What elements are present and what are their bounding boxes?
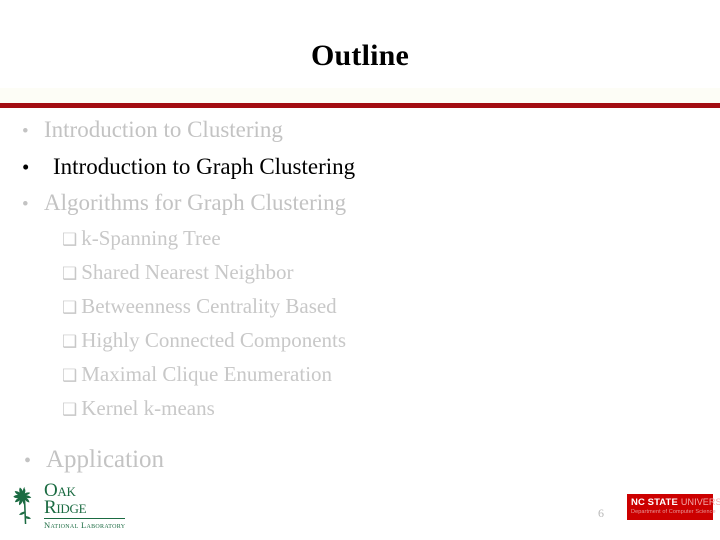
outline-subitem-label: k-Spanning Tree xyxy=(81,226,221,250)
page-title: Outline xyxy=(310,39,410,72)
outline-body: • Introduction to Clustering • Introduct… xyxy=(0,112,720,473)
ornl-line-oak: Oak xyxy=(44,479,76,501)
outline-item-label: Introduction to Graph Clustering xyxy=(53,154,356,179)
outline-item-introduction-to-graph-clustering[interactable]: • Introduction to Graph Clustering xyxy=(0,149,720,185)
bullet-icon: • xyxy=(22,155,30,179)
checkbox-square-icon: ❑ xyxy=(62,230,78,249)
list-spacer xyxy=(0,426,720,440)
page-number: 6 xyxy=(598,506,604,520)
outline-item-algorithms-for-graph-clustering[interactable]: • Algorithms for Graph Clustering xyxy=(0,185,720,222)
outline-subitem-k-spanning-tree[interactable]: ❑ k-Spanning Tree xyxy=(0,222,720,256)
oak-ridge-national-laboratory-logo: Oak Ridge National Laboratory xyxy=(8,480,128,532)
ncsu-name-light: UNIVERSITY xyxy=(680,497,720,507)
nc-state-university-logo: NC STATE UNIVERSITY Department of Comput… xyxy=(627,494,720,520)
slide: Outline • Introduction to Clustering • I… xyxy=(0,0,720,540)
title-area: Outline xyxy=(0,0,720,112)
ncsu-name-bold: NC STATE xyxy=(631,497,678,508)
outline-item-introduction-to-clustering[interactable]: • Introduction to Clustering xyxy=(0,112,720,149)
checkbox-square-icon: ❑ xyxy=(62,400,78,419)
bullet-icon: • xyxy=(22,121,29,142)
oak-ridge-wordmark: Oak Ridge National Laboratory xyxy=(44,479,126,531)
outline-subitem-shared-nearest-neighbor[interactable]: ❑ Shared Nearest Neighbor xyxy=(0,256,720,290)
outline-subitem-highly-connected-components[interactable]: ❑ Highly Connected Components xyxy=(0,324,720,358)
ncsu-department-label: Department of Computer Science xyxy=(631,509,716,515)
outline-subitem-label: Kernel k-means xyxy=(81,396,215,420)
ornl-line-national-laboratory: National Laboratory xyxy=(44,519,126,530)
checkbox-square-icon: ❑ xyxy=(62,332,78,351)
outline-subitem-label: Betweenness Centrality Based xyxy=(81,294,337,318)
checkbox-square-icon: ❑ xyxy=(62,366,78,385)
outline-subitem-label: Highly Connected Components xyxy=(81,328,347,352)
outline-item-label: Algorithms for Graph Clustering xyxy=(44,190,347,215)
oak-leaf-icon xyxy=(13,486,32,524)
outline-subitem-maximal-clique-enumeration[interactable]: ❑ Maximal Clique Enumeration xyxy=(0,358,720,392)
ornl-line-ridge: Ridge xyxy=(44,498,126,519)
slide-footer: Oak Ridge National Laboratory 6 NC STATE… xyxy=(0,462,720,540)
bullet-icon: • xyxy=(22,194,29,215)
outline-subitem-label: Shared Nearest Neighbor xyxy=(81,260,294,284)
outline-list: • Introduction to Clustering • Introduct… xyxy=(0,112,720,481)
outline-subitem-betweenness-centrality-based[interactable]: ❑ Betweenness Centrality Based xyxy=(0,290,720,324)
checkbox-square-icon: ❑ xyxy=(62,298,78,317)
title-band xyxy=(0,88,720,103)
outline-item-label: Introduction to Clustering xyxy=(44,117,283,142)
outline-subitem-label: Maximal Clique Enumeration xyxy=(81,362,333,386)
checkbox-square-icon: ❑ xyxy=(62,264,78,283)
outline-subitem-kernel-k-means[interactable]: ❑ Kernel k-means xyxy=(0,392,720,426)
ncsu-wordmark-row: NC STATE UNIVERSITY xyxy=(631,497,720,508)
